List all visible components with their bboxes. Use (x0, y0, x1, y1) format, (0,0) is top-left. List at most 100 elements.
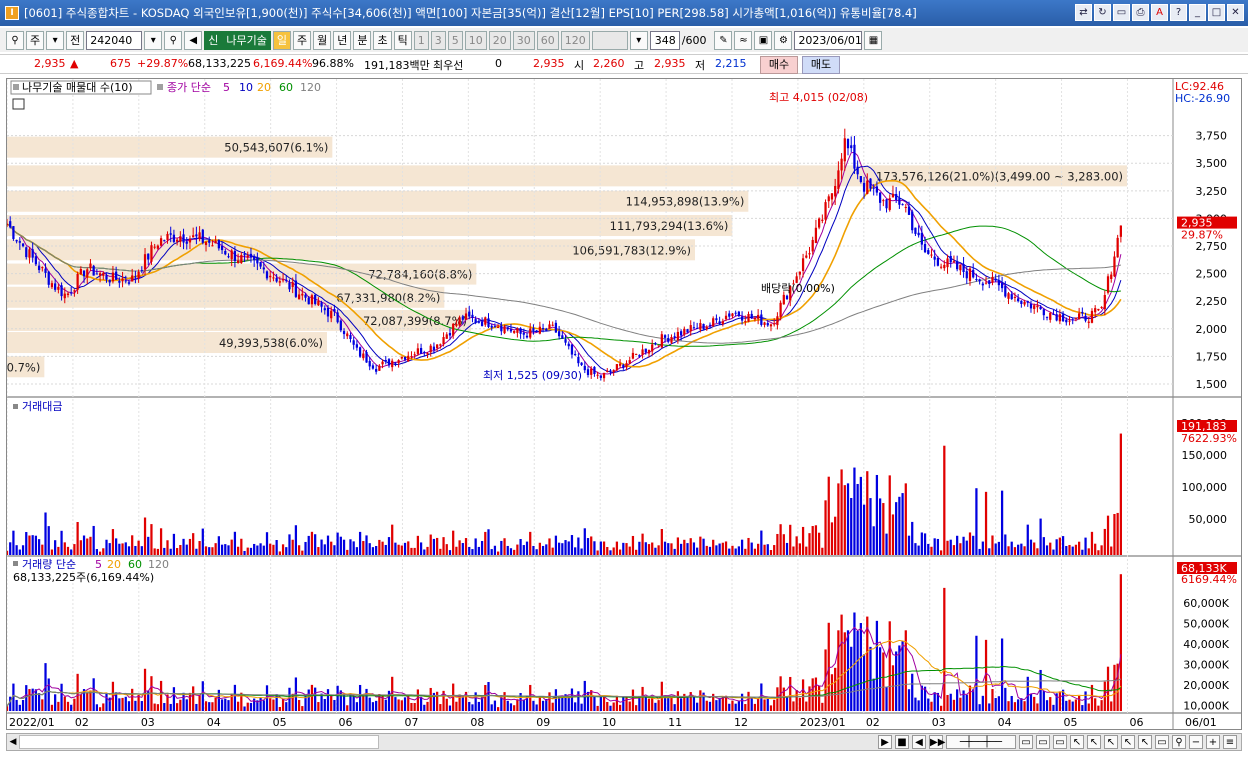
candle-body (5, 224, 9, 226)
fast-forward-icon[interactable]: ▶▶ (929, 735, 945, 749)
amount-bar (943, 445, 946, 555)
amount-bar (651, 542, 654, 555)
interval-10[interactable]: 10 (464, 30, 487, 50)
period-second[interactable]: 초 (373, 30, 392, 50)
chart-svg[interactable]: 50,543,607(6.1%) 173,576,126(21.0%)(3,499… (0, 79, 1241, 729)
volume-bar (939, 705, 943, 711)
candle-body (12, 226, 15, 239)
minimize-button[interactable]: _ (1189, 4, 1206, 21)
interval-custom-input[interactable] (591, 30, 628, 50)
type-select[interactable]: 주 (26, 30, 45, 50)
period-week[interactable]: 주 (292, 30, 312, 50)
stop-icon[interactable]: ■ (895, 735, 909, 749)
count-input[interactable]: 348 (649, 30, 680, 50)
calendar-icon[interactable]: ▦ (864, 30, 883, 50)
help-icon[interactable]: ? (1170, 4, 1187, 21)
candle-body (70, 292, 73, 294)
candle-body (54, 283, 57, 290)
layout-3-icon[interactable]: ▭ (1053, 735, 1067, 749)
candle-body (875, 186, 879, 193)
layout-1-icon[interactable]: ▭ (1019, 735, 1033, 749)
draw-tool-3-icon[interactable]: ↖ (1104, 735, 1118, 749)
interval-20[interactable]: 20 (488, 30, 511, 50)
period-year[interactable]: 년 (333, 30, 352, 50)
link-icon[interactable]: ⇄ (1075, 4, 1092, 21)
amount-bar (869, 498, 872, 555)
period-month[interactable]: 월 (313, 30, 332, 50)
amount-axis-label: 100,000 (1182, 481, 1228, 494)
buy-button[interactable]: 매수 (760, 56, 798, 74)
volume-bar (657, 700, 660, 711)
speaker-icon[interactable]: ◀ (184, 30, 203, 50)
zoom-out-icon[interactable]: − (1189, 735, 1203, 749)
interval-120[interactable]: 120 (560, 30, 590, 50)
amount-bar (60, 530, 63, 555)
chart-area[interactable]: 50,543,607(6.1%) 173,576,126(21.0%)(3,499… (0, 78, 1242, 730)
sell-button[interactable]: 매도 (802, 56, 840, 74)
amount-bar (654, 547, 657, 555)
type-dropdown-icon[interactable]: ▾ (46, 30, 65, 50)
scroll-thumb[interactable] (19, 735, 379, 749)
period-day[interactable]: 일 (272, 30, 291, 50)
pin-icon[interactable]: ⚲ (6, 30, 24, 50)
volume-bar (217, 689, 220, 711)
candle-body (37, 265, 41, 271)
table-icon[interactable] (12, 98, 25, 110)
interval-60[interactable]: 60 (536, 30, 559, 50)
refresh-icon[interactable]: ↻ (1094, 4, 1111, 21)
draw-tool-4-icon[interactable]: ↖ (1121, 735, 1135, 749)
maximize-button[interactable]: □ (1208, 4, 1225, 21)
amount-bar (124, 542, 127, 555)
play-icon[interactable]: ▶ (878, 735, 892, 749)
prev-button[interactable]: 전 (66, 30, 85, 50)
draw-tool-2-icon[interactable]: ↖ (1087, 735, 1101, 749)
chart-tool-icon[interactable]: ✎ (714, 30, 733, 50)
close-button[interactable]: ✕ (1227, 4, 1244, 21)
settings-icon[interactable]: ⚙ (774, 30, 793, 50)
candle-body (314, 294, 317, 304)
interval-5[interactable]: 5 (447, 30, 463, 50)
amount-bar (1058, 537, 1061, 555)
date-input[interactable]: 2023/06/01 (794, 30, 863, 50)
zoom-slider[interactable]: ─┼──┼── (946, 735, 1016, 749)
interval-1[interactable]: 1 (413, 30, 429, 50)
amount-bar (567, 541, 570, 555)
interval-dropdown-icon[interactable]: ▾ (629, 30, 648, 50)
candle-body (448, 333, 452, 336)
period-minute[interactable]: 분 (353, 30, 372, 50)
period-tick[interactable]: 틱 (393, 30, 412, 50)
volume-bar (785, 697, 789, 711)
layout-2-icon[interactable]: ▭ (1036, 735, 1050, 749)
amount-bar (561, 543, 564, 555)
zoom-search-icon[interactable]: ⚲ (1172, 735, 1186, 749)
print-icon[interactable]: ⎙ (1132, 4, 1149, 21)
interval-30[interactable]: 30 (512, 30, 535, 50)
compare-icon[interactable]: ≈ (734, 30, 753, 50)
screen-icon[interactable]: ▭ (1113, 4, 1130, 21)
menu-icon[interactable]: ≡ (1223, 735, 1237, 749)
amount-bar (638, 541, 641, 555)
scroll-left-icon[interactable]: ◀ (7, 735, 19, 749)
volume-bar (554, 689, 558, 711)
amount-bar (185, 544, 188, 555)
amount-bar (801, 526, 805, 555)
code-dropdown-icon[interactable]: ▾ (144, 30, 163, 50)
interval-3[interactable]: 3 (430, 30, 446, 50)
search-icon[interactable]: ⚲ (164, 30, 183, 50)
draw-tool-5-icon[interactable]: ↖ (1138, 735, 1152, 749)
scrollbar[interactable]: ◀ ▶ ■ ◀ ▶▶ ─┼──┼── ▭ ▭ ▭ ↖ ↖ ↖ ↖ ↖ ▭ ⚲ −… (6, 733, 1242, 751)
amount-bar (1119, 433, 1122, 555)
volume-bar (622, 697, 625, 711)
candle-body (1036, 305, 1039, 308)
back-icon[interactable]: ◀ (912, 735, 926, 749)
zoom-in-icon[interactable]: + (1206, 735, 1220, 749)
copy-icon[interactable]: ▭ (1155, 735, 1169, 749)
save-icon[interactable]: ▣ (754, 30, 773, 50)
font-icon[interactable]: A (1151, 4, 1168, 21)
candle-body (1013, 296, 1017, 298)
volume-bar (840, 614, 843, 711)
code-input[interactable]: 242040 (86, 30, 143, 50)
candle-body (846, 139, 850, 149)
draw-tool-1-icon[interactable]: ↖ (1070, 735, 1084, 749)
amount-bar (628, 546, 631, 555)
